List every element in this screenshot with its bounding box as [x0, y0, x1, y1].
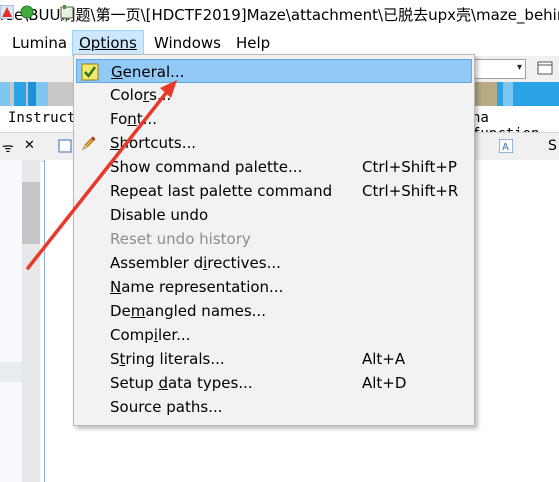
menu-item-compiler[interactable]: Compiler...: [76, 323, 470, 347]
menu-item-shortcut: Alt+D: [362, 374, 407, 392]
menu-item-setup-data-types[interactable]: Setup data types... Alt+D: [76, 371, 470, 395]
menu-item-string-literals[interactable]: String literals... Alt+A: [76, 347, 470, 371]
menu-item-label: Setup data types...: [110, 374, 253, 392]
toolbar-combo[interactable]: ▾: [466, 59, 526, 79]
menu-bar: Lumina Options Windows Help: [0, 30, 559, 56]
nav-segment: [36, 82, 48, 106]
nav-segment: [28, 82, 36, 106]
code-icon[interactable]: [60, 5, 74, 19]
menu-item-general[interactable]: General...: [76, 59, 472, 83]
menu-item-label: Compiler...: [110, 326, 191, 344]
nav-segment: [473, 82, 497, 106]
menu-item-label: Demangled names...: [110, 302, 266, 320]
menu-item-colors[interactable]: Colors...: [76, 83, 470, 107]
menu-options[interactable]: Options: [72, 30, 144, 56]
menu-item-label: Repeat last palette command: [110, 182, 333, 200]
window-icon[interactable]: [536, 59, 554, 77]
close-icon[interactable]: ✕: [24, 138, 35, 153]
menu-item-label: Name representation...: [110, 278, 284, 296]
menu-item-label: General...: [111, 63, 185, 81]
menu-item-source-paths[interactable]: Source paths...: [76, 395, 470, 419]
list-item[interactable]: [0, 362, 22, 382]
menu-item-label: Disable undo: [110, 206, 209, 224]
chevron-down-icon: ▾: [516, 62, 522, 73]
options-menu: General... Colors... Font... Shortcuts..…: [73, 54, 475, 426]
string-tab-icon[interactable]: A: [499, 139, 513, 153]
warning-icon[interactable]: [0, 5, 14, 19]
menu-item-label: Font...: [110, 110, 157, 128]
menu-item-reset-undo-history: Reset undo history: [76, 227, 470, 251]
menu-item-shortcut: Ctrl+Shift+R: [362, 182, 459, 200]
menu-item-label: Shortcuts...: [110, 134, 197, 152]
nav-segment: [14, 82, 26, 106]
menu-item-label: String literals...: [110, 350, 225, 368]
menu-item-show-command-palette[interactable]: Show command palette... Ctrl+Shift+P: [76, 155, 470, 179]
menu-item-shortcut: Alt+A: [362, 350, 406, 368]
menu-lumina[interactable]: Lumina: [6, 30, 73, 56]
menu-windows[interactable]: Windows: [148, 30, 227, 56]
menu-item-label: Reset undo history: [110, 230, 251, 248]
svg-text:A: A: [502, 142, 509, 153]
pencil-icon: [81, 136, 96, 151]
menu-options-label: Options: [79, 34, 137, 52]
window-title: rse\BUU刷题\第一页\[HDCTF2019]Maze\attachment…: [0, 0, 559, 30]
menu-item-repeat-palette-command[interactable]: Repeat last palette command Ctrl+Shift+R: [76, 179, 470, 203]
checkmark-icon: [81, 63, 99, 81]
menu-item-label: Assembler directives...: [110, 254, 281, 272]
scroll-thumb[interactable]: [22, 182, 40, 244]
legend-instructions: Instruct: [8, 110, 76, 126]
go-icon[interactable]: [20, 5, 34, 19]
tab-view-icon[interactable]: [58, 139, 72, 153]
menu-item-label: Show command palette...: [110, 158, 303, 176]
menu-item-label: Source paths...: [110, 398, 223, 416]
pin-icon[interactable]: ᯤ: [2, 138, 14, 156]
menu-item-label: Colors...: [110, 86, 172, 104]
nav-segment: [503, 82, 513, 106]
menu-item-name-representation[interactable]: Name representation...: [76, 275, 470, 299]
menu-item-shortcuts[interactable]: Shortcuts...: [76, 131, 470, 155]
menu-item-demangled-names[interactable]: Demangled names...: [76, 299, 470, 323]
nav-segment: [0, 82, 10, 106]
menu-item-disable-undo[interactable]: Disable undo: [76, 203, 470, 227]
menu-item-shortcut: Ctrl+Shift+P: [362, 158, 457, 176]
menu-item-font[interactable]: Font...: [76, 107, 470, 131]
menu-item-assembler-directives[interactable]: Assembler directives...: [76, 251, 470, 275]
tab-s-label[interactable]: S: [548, 138, 557, 154]
menu-help[interactable]: Help: [230, 30, 276, 56]
